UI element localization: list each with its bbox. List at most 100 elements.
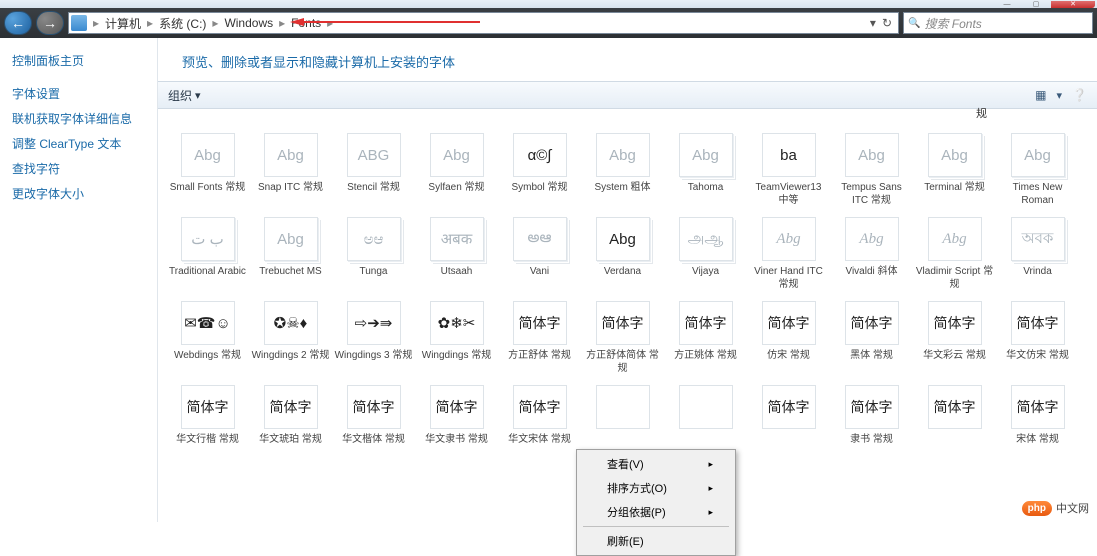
- close-button[interactable]: ✕: [1051, 1, 1095, 8]
- minimize-button[interactable]: —: [993, 1, 1021, 8]
- submenu-arrow-icon: ▸: [708, 507, 713, 518]
- font-tile[interactable]: 简体字华文彩云 常规: [913, 301, 996, 375]
- address-dropdown-icon[interactable]: ▾: [870, 16, 876, 30]
- font-tile[interactable]: অবকVrinda: [996, 217, 1079, 291]
- forward-button[interactable]: →: [36, 11, 64, 35]
- font-tile[interactable]: α©∫Symbol 常规: [498, 133, 581, 207]
- font-tile[interactable]: AbgVerdana: [581, 217, 664, 291]
- watermark: php 中文网: [1022, 500, 1089, 516]
- search-input[interactable]: 搜索 Fonts: [903, 12, 1093, 34]
- font-tile[interactable]: AbgTahoma: [664, 133, 747, 207]
- context-menu-refresh[interactable]: 刷新(E): [579, 529, 733, 553]
- font-tile[interactable]: AbgSystem 粗体: [581, 133, 664, 207]
- sidebar-link-font-size[interactable]: 更改字体大小: [12, 181, 145, 206]
- font-tile[interactable]: ب تTraditional Arabic: [166, 217, 249, 291]
- font-tile[interactable]: ⇨➔⇛ Wingdings 3 常规: [332, 301, 415, 375]
- font-preview-icon: 简体字: [347, 385, 401, 429]
- font-preview-icon: 简体字: [181, 385, 235, 429]
- font-tile[interactable]: 简体字华文仿宋 常规: [996, 301, 1079, 375]
- font-tile[interactable]: ✉☎☺ Webdings 常规: [166, 301, 249, 375]
- font-preview-icon: Abg: [679, 133, 733, 177]
- font-tile[interactable]: 简体字宋体 常规: [996, 385, 1079, 446]
- sidebar-link-find-char[interactable]: 查找字符: [12, 156, 145, 181]
- font-tile[interactable]: baTeamViewer13 中等: [747, 133, 830, 207]
- font-tile[interactable]: AbgTempus Sans ITC 常规: [830, 133, 913, 207]
- breadcrumb-windows[interactable]: Windows: [220, 16, 277, 30]
- font-preview-icon: अबक: [430, 217, 484, 261]
- breadcrumb-fonts[interactable]: Fonts: [287, 16, 325, 30]
- font-name-label: 华文楷体 常规: [342, 433, 405, 446]
- font-tile[interactable]: 简体字方正舒体简体 常规: [581, 301, 664, 375]
- font-name-label: Wingdings 3 常规: [335, 349, 413, 362]
- font-preview-icon: 简体字: [596, 301, 650, 345]
- font-tile[interactable]: AbgViner Hand ITC 常规: [747, 217, 830, 291]
- font-preview-icon: 简体字: [762, 385, 816, 429]
- font-tile[interactable]: 简体字华文隶书 常规: [415, 385, 498, 446]
- font-tile[interactable]: அஆVijaya: [664, 217, 747, 291]
- font-name-label: 华文行楷 常规: [176, 433, 239, 446]
- font-tile[interactable]: 简体字黑体 常规: [830, 301, 913, 375]
- font-tile[interactable]: 简体字方正姚体 常规: [664, 301, 747, 375]
- font-name-label: Tempus Sans ITC 常规: [833, 181, 911, 207]
- font-tile[interactable]: अबकUtsaah: [415, 217, 498, 291]
- font-tile[interactable]: 简体字方正舒体 常规: [498, 301, 581, 375]
- font-name-label: 华文仿宋 常规: [1006, 349, 1069, 362]
- font-tile[interactable]: అఆVani: [498, 217, 581, 291]
- font-tile[interactable]: AbgTrebuchet MS: [249, 217, 332, 291]
- refresh-icon[interactable]: ↻: [882, 16, 892, 30]
- view-button[interactable]: ▦: [1035, 88, 1046, 102]
- font-tile[interactable]: 简体字华文楷体 常规: [332, 385, 415, 446]
- breadcrumb-computer[interactable]: 计算机: [101, 15, 145, 32]
- font-name-label: Vrinda: [1023, 265, 1052, 278]
- font-preview-icon: ⇨➔⇛: [347, 301, 401, 345]
- font-tile[interactable]: 简体字隶书 常规: [830, 385, 913, 446]
- back-button[interactable]: ←: [4, 11, 32, 35]
- font-preview-icon: Abg: [264, 217, 318, 261]
- font-name-label: Sylfaen 常规: [428, 181, 484, 194]
- font-tile[interactable]: ✿❄✂Wingdings 常规: [415, 301, 498, 375]
- font-preview-icon: ✿❄✂: [430, 301, 484, 345]
- font-name-label: Vladimir Script 常规: [916, 265, 994, 291]
- toolbar: 组织 ▾ ▦ ▾ ❔: [158, 81, 1097, 109]
- font-preview-icon: ಅಆ: [347, 217, 401, 261]
- font-tile[interactable]: AbgSnap ITC 常规: [249, 133, 332, 207]
- font-tile[interactable]: AbgSylfaen 常规: [415, 133, 498, 207]
- help-icon[interactable]: ❔: [1072, 88, 1087, 102]
- font-name-label: Webdings 常规: [174, 349, 241, 362]
- sidebar-link-cleartype[interactable]: 调整 ClearType 文本: [12, 131, 145, 156]
- font-tile[interactable]: ABGStencil 常规: [332, 133, 415, 207]
- font-tile[interactable]: AbgVladimir Script 常规: [913, 217, 996, 291]
- maximize-button[interactable]: ▢: [1022, 1, 1050, 8]
- font-tile[interactable]: ✪☠♦Wingdings 2 常规: [249, 301, 332, 375]
- context-menu-view[interactable]: 查看(V)▸: [579, 452, 733, 476]
- font-preview-icon: ✉☎☺: [181, 301, 235, 345]
- font-tile[interactable]: 简体字华文琥珀 常规: [249, 385, 332, 446]
- font-tile[interactable]: 简体字仿宋 常规: [747, 301, 830, 375]
- font-tile[interactable]: ಅಆTunga: [332, 217, 415, 291]
- submenu-arrow-icon: ▸: [708, 459, 713, 470]
- font-tile[interactable]: 简体字华文宋体 常规: [498, 385, 581, 446]
- font-preview-icon: 简体字: [1011, 385, 1065, 429]
- font-tile[interactable]: AbgTimes New Roman: [996, 133, 1079, 207]
- sidebar-link-font-settings[interactable]: 字体设置: [12, 81, 145, 106]
- context-menu-sort[interactable]: 排序方式(O)▸: [579, 476, 733, 500]
- font-name-label: 华文隶书 常规: [425, 433, 488, 446]
- context-menu-group[interactable]: 分组依据(P)▸: [579, 500, 733, 524]
- font-tile[interactable]: [664, 385, 747, 446]
- breadcrumb-drive[interactable]: 系统 (C:): [155, 15, 210, 32]
- font-name-label: 仿宋 常规: [767, 349, 810, 362]
- font-tile[interactable]: AbgSmall Fonts 常规: [166, 133, 249, 207]
- address-bar[interactable]: ▸ 计算机 ▸ 系统 (C:) ▸ Windows ▸ Fonts ▸ ▾ ↻: [68, 12, 899, 34]
- sidebar-link-online-fonts[interactable]: 联机获取字体详细信息: [12, 106, 145, 131]
- font-tile[interactable]: [581, 385, 664, 446]
- breadcrumb-sep: ▸: [91, 16, 101, 30]
- font-tile[interactable]: 简体字: [747, 385, 830, 446]
- font-tile[interactable]: AbgTerminal 常规: [913, 133, 996, 207]
- chevron-down-icon[interactable]: ▾: [1057, 89, 1063, 102]
- font-tile[interactable]: 简体字华文行楷 常规: [166, 385, 249, 446]
- font-preview-icon: 简体字: [845, 301, 899, 345]
- organize-button[interactable]: 组织 ▾: [168, 87, 201, 104]
- font-name-label: Traditional Arabic: [169, 265, 246, 278]
- font-tile[interactable]: 简体字: [913, 385, 996, 446]
- font-tile[interactable]: AbgVivaldi 斜体: [830, 217, 913, 291]
